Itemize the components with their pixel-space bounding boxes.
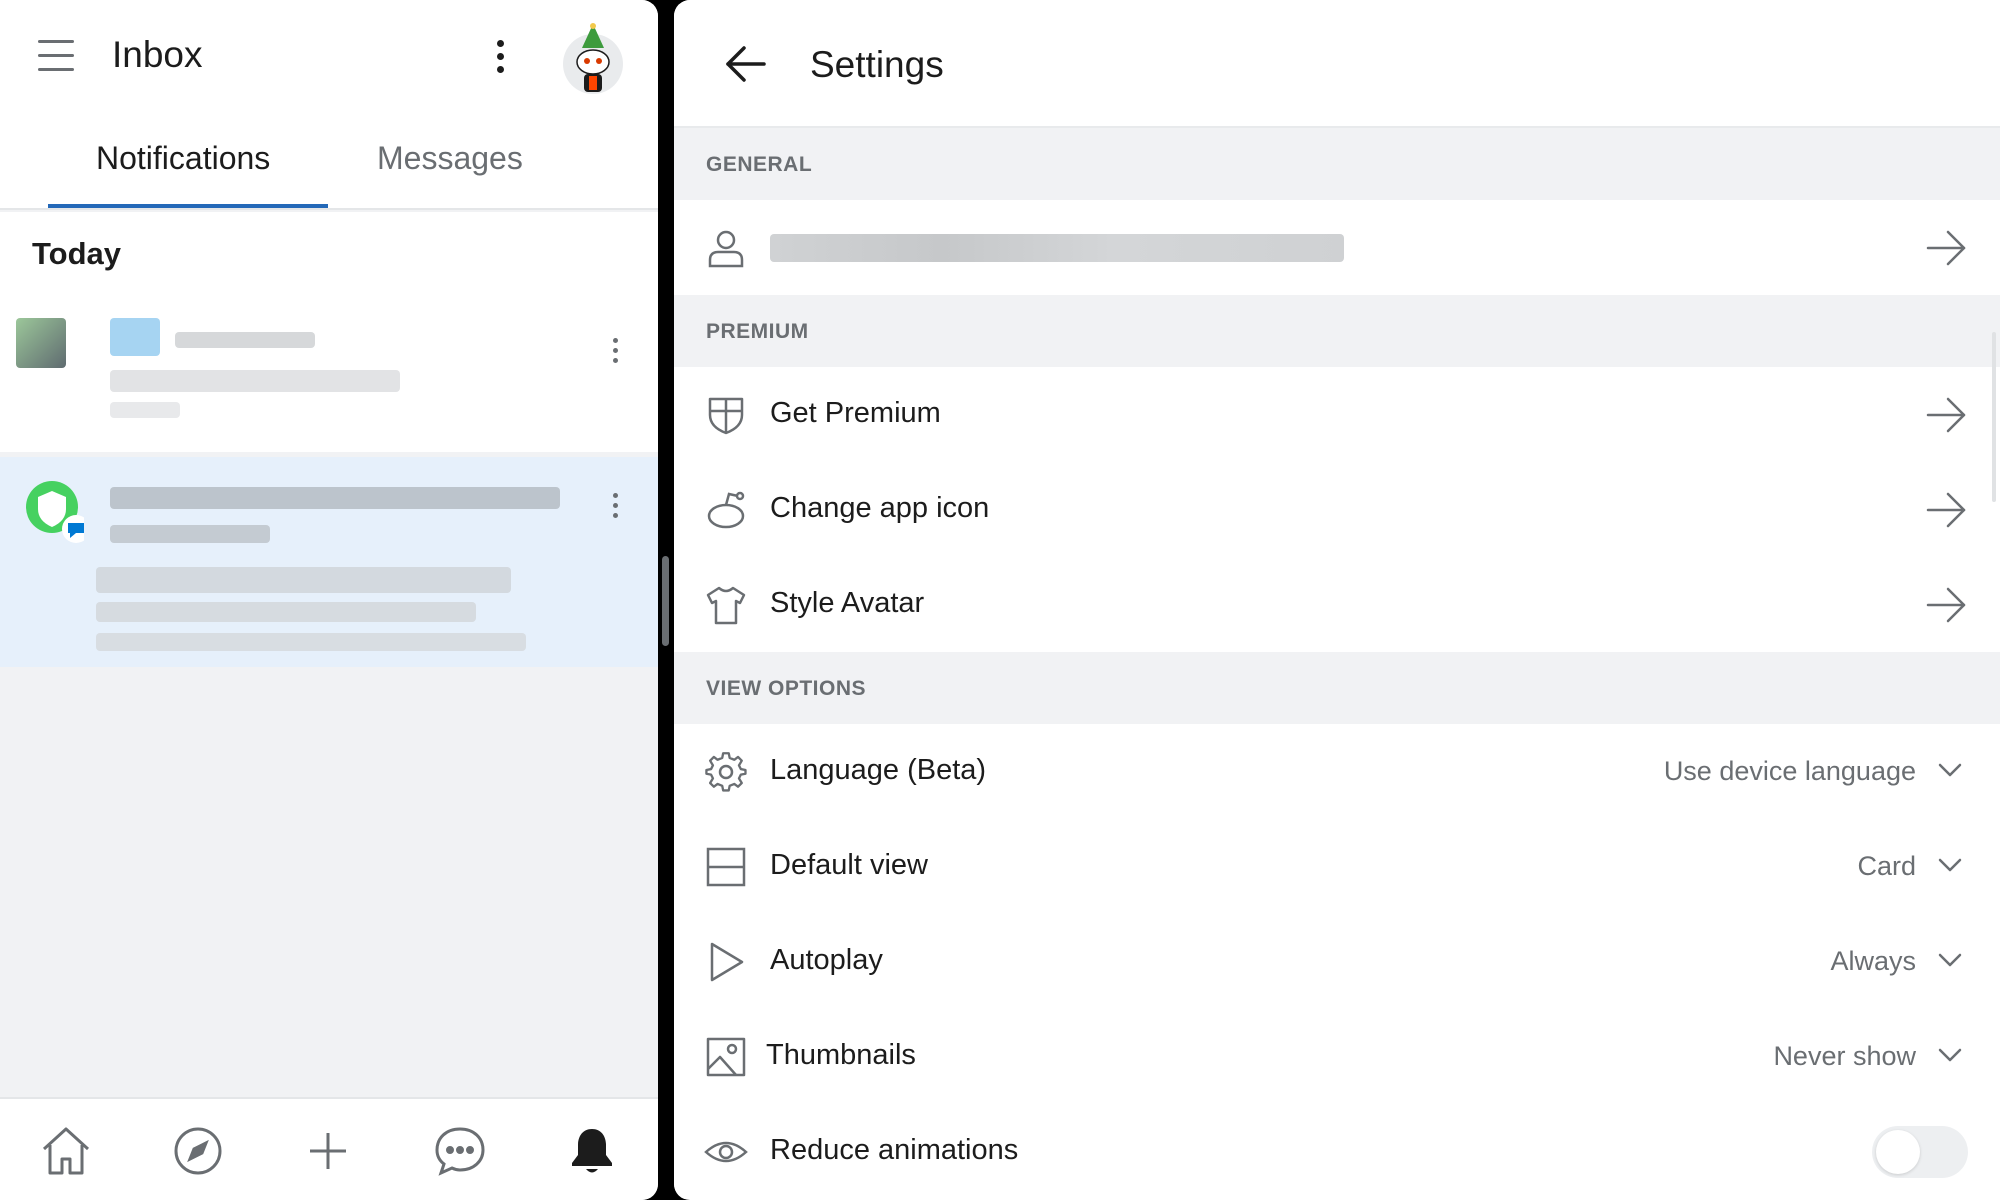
more-options-icon[interactable] bbox=[485, 34, 515, 78]
blurred-text bbox=[110, 525, 270, 543]
pane-divider-handle[interactable] bbox=[662, 556, 669, 646]
mod-shield-icon bbox=[26, 481, 84, 543]
row-label: Autoplay bbox=[770, 944, 883, 976]
gear-icon bbox=[704, 750, 748, 794]
chevron-down-icon bbox=[1936, 1041, 1964, 1069]
thumbnails-row[interactable]: Thumbnails Never show bbox=[674, 1009, 2000, 1104]
arrow-right-icon bbox=[1924, 583, 1968, 627]
selected-value: Always bbox=[1830, 946, 1916, 976]
community-avatar bbox=[16, 318, 66, 368]
row-label: Change app icon bbox=[770, 492, 990, 524]
blurred-image bbox=[110, 318, 160, 356]
reduce-animations-row[interactable]: Reduce animations bbox=[674, 1104, 2000, 1199]
notifications-list: Today bbox=[0, 212, 658, 1097]
get-premium-row[interactable]: Get Premium bbox=[674, 367, 2000, 462]
section-label: VIEW OPTIONS bbox=[706, 677, 867, 700]
notification-options-icon[interactable] bbox=[600, 489, 630, 533]
shield-icon bbox=[704, 393, 748, 437]
image-icon bbox=[704, 1035, 748, 1079]
toggle-knob bbox=[1876, 1130, 1920, 1174]
language-row[interactable]: Language (Beta) Use device language bbox=[674, 724, 2000, 819]
notification-item[interactable] bbox=[0, 302, 658, 452]
arrow-right-icon bbox=[1924, 226, 1968, 270]
chevron-down-icon bbox=[1936, 851, 1964, 879]
settings-header: Settings bbox=[674, 0, 2000, 128]
tshirt-icon bbox=[704, 583, 748, 627]
row-label: Style Avatar bbox=[770, 587, 925, 619]
user-icon bbox=[704, 226, 748, 270]
hamburger-menu-icon[interactable] bbox=[34, 34, 78, 78]
snoo-icon bbox=[704, 488, 748, 532]
arrow-right-icon bbox=[1924, 393, 1968, 437]
settings-pane: Settings GENERAL PREMIUM Get Premium Cha… bbox=[674, 0, 2000, 1200]
reduce-animations-toggle[interactable] bbox=[1872, 1126, 1968, 1178]
split-screen: Inbox Notifications Messages Today Setti… bbox=[0, 0, 2000, 1200]
settings-scrollbar[interactable] bbox=[1992, 332, 1996, 502]
selected-value: Use device language bbox=[1663, 756, 1916, 786]
arrow-right-icon bbox=[1924, 488, 1968, 532]
section-header-premium: PREMIUM bbox=[674, 295, 2000, 367]
blurred-text bbox=[96, 567, 511, 593]
blurred-text bbox=[175, 332, 315, 348]
bottom-navigation bbox=[0, 1097, 658, 1200]
page-title: Settings bbox=[810, 44, 944, 85]
blurred-text bbox=[110, 402, 180, 418]
autoplay-row[interactable]: Autoplay Always bbox=[674, 914, 2000, 1009]
row-label: Get Premium bbox=[770, 397, 941, 429]
create-plus-icon[interactable] bbox=[300, 1123, 356, 1179]
back-arrow-icon[interactable] bbox=[722, 40, 770, 88]
active-tab-indicator bbox=[48, 204, 328, 208]
chevron-down-icon bbox=[1936, 946, 1964, 974]
notification-item-unread[interactable] bbox=[0, 457, 658, 667]
blurred-account-email bbox=[770, 234, 1344, 262]
section-header-view-options: VIEW OPTIONS bbox=[674, 652, 2000, 724]
default-view-row[interactable]: Default view Card bbox=[674, 819, 2000, 914]
blurred-text bbox=[110, 370, 400, 392]
change-app-icon-row[interactable]: Change app icon bbox=[674, 462, 2000, 557]
row-label: Thumbnails bbox=[766, 1039, 916, 1071]
row-label: Language (Beta) bbox=[770, 754, 987, 786]
chevron-down-icon bbox=[1936, 756, 1964, 784]
inbox-pane: Inbox Notifications Messages Today bbox=[0, 0, 658, 1200]
layout-icon bbox=[704, 845, 748, 889]
inbox-tabs: Notifications Messages bbox=[0, 130, 658, 210]
home-icon[interactable] bbox=[38, 1123, 94, 1179]
blurred-text bbox=[110, 487, 560, 509]
blurred-text bbox=[96, 633, 526, 651]
section-label: PREMIUM bbox=[706, 320, 809, 343]
style-avatar-row[interactable]: Style Avatar bbox=[674, 557, 2000, 652]
notifications-bell-icon[interactable] bbox=[564, 1123, 620, 1179]
row-label: Reduce animations bbox=[770, 1134, 1019, 1166]
notification-options-icon[interactable] bbox=[600, 334, 630, 378]
row-label: Default view bbox=[770, 849, 928, 881]
section-label-today: Today bbox=[32, 236, 121, 271]
explore-compass-icon[interactable] bbox=[170, 1123, 226, 1179]
selected-value: Card bbox=[1857, 851, 1916, 881]
section-header-general: GENERAL bbox=[674, 128, 2000, 200]
inbox-header: Inbox Notifications Messages bbox=[0, 0, 658, 210]
section-label: GENERAL bbox=[706, 153, 813, 176]
blurred-text bbox=[96, 602, 476, 622]
selected-value: Never show bbox=[1773, 1041, 1916, 1071]
tab-messages[interactable]: Messages bbox=[377, 140, 523, 177]
user-avatar[interactable] bbox=[560, 20, 626, 96]
play-icon bbox=[704, 940, 748, 984]
chat-icon[interactable] bbox=[432, 1123, 488, 1179]
page-title: Inbox bbox=[112, 34, 203, 75]
account-row[interactable] bbox=[674, 200, 2000, 295]
tab-notifications[interactable]: Notifications bbox=[96, 140, 270, 177]
eye-icon bbox=[704, 1130, 748, 1174]
